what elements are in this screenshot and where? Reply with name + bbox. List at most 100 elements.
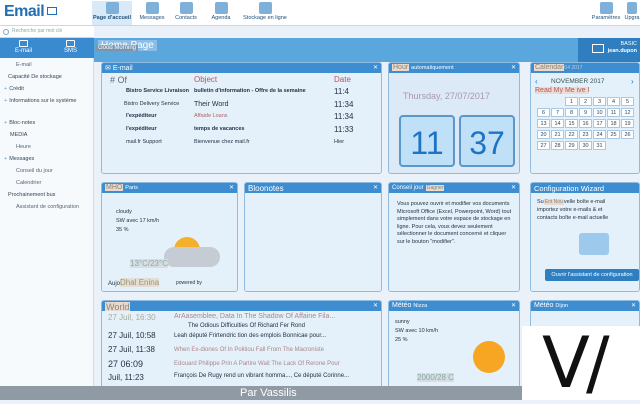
left-nav-item[interactable]: Calendrier [16, 180, 41, 186]
calendar-day[interactable]: 4 [607, 97, 620, 106]
email-subject[interactable]: Their Word [194, 101, 229, 108]
left-nav-item[interactable]: Conseil du jour [16, 168, 53, 174]
email-from[interactable]: l'expéditeur [126, 126, 157, 132]
notes-area[interactable] [245, 193, 381, 291]
close-icon[interactable]: ✕ [373, 184, 378, 191]
calendar-day[interactable]: 8 [565, 108, 578, 117]
next-month-icon[interactable]: › [631, 77, 634, 86]
calendar-day[interactable]: 27 [537, 141, 550, 150]
news-item[interactable]: Leah député Frirtendric tion des emplois… [174, 333, 326, 339]
calendar-day[interactable]: 23 [579, 130, 592, 139]
column-header[interactable]: Date [334, 75, 351, 84]
widget-header: Conseil jour Gagner ✕ [389, 183, 519, 193]
watermark-letter: V [542, 322, 590, 404]
close-icon[interactable]: ✕ [511, 184, 516, 191]
close-icon[interactable]: ✕ [373, 64, 378, 71]
calendar-day[interactable]: 20 [537, 130, 550, 139]
calendar-day[interactable]: 12 [621, 108, 634, 117]
email-subject[interactable]: Affaide Loans [194, 113, 228, 119]
news-item[interactable]: The Odious Difficulties Of Richard Fer R… [188, 323, 305, 329]
account-badge[interactable]: BASIC jean.dupon [578, 38, 640, 62]
tab-sms[interactable]: SMS [47, 38, 94, 58]
widget-subtitle: automatiquement [411, 65, 454, 71]
calendar-day[interactable]: 21 [551, 130, 564, 139]
calendar-day[interactable]: 14 [551, 119, 564, 128]
calendar-day[interactable]: 17 [593, 119, 606, 128]
left-nav-item[interactable]: E-mail [16, 62, 32, 68]
nav-agenda[interactable]: Agenda [201, 1, 241, 25]
today-label-text: Aujo [108, 281, 121, 287]
calendar-day[interactable]: 3 [593, 97, 606, 106]
calendar-day[interactable]: 15 [565, 119, 578, 128]
calendar-day[interactable]: 25 [607, 130, 620, 139]
app-logo[interactable]: Email [4, 3, 45, 21]
calendar-day[interactable]: 24 [593, 130, 606, 139]
email-from[interactable]: Bistro Delivery Service [124, 101, 179, 107]
calendar-day[interactable]: 5 [621, 97, 634, 106]
email-subject[interactable]: bulletin d'information - Offre de la sem… [194, 88, 306, 94]
tab-sms-label: SMS [63, 48, 77, 54]
left-nav-item[interactable]: Assistant de configuration [16, 204, 79, 210]
left-nav-group[interactable]: + Bloc-notes [4, 120, 35, 126]
calendar-day[interactable]: 11 [607, 108, 620, 117]
nav-storage[interactable]: Stockage en ligne [240, 1, 290, 25]
news-headline[interactable]: ArAasemblee, Data In The Shadow Of Affai… [174, 313, 335, 320]
calendar-day[interactable]: 26 [621, 130, 634, 139]
calendar-icon [214, 2, 228, 14]
close-icon[interactable]: ✕ [511, 64, 516, 71]
news-item[interactable]: When Ex-diones Of In Politiou Fall From … [174, 347, 324, 353]
left-nav-item[interactable]: Capacité De stockage [8, 74, 62, 80]
left-nav-label: Crédit [9, 86, 24, 92]
calendar-day[interactable]: 18 [607, 119, 620, 128]
close-icon[interactable]: ✕ [511, 302, 516, 309]
calendar-day[interactable]: 13 [537, 119, 550, 128]
calendar-day[interactable]: 9 [579, 108, 592, 117]
news-item[interactable]: Edouard Philippe Prin A Partire Wait The… [174, 361, 340, 367]
email-from[interactable]: Bistro Service Livraison [126, 88, 189, 94]
weather-temp: 2000/28 C [417, 373, 454, 382]
left-nav-group[interactable]: + Informations sur le système [4, 98, 76, 104]
widget-header: Bloonotes ✕ [245, 183, 381, 193]
open-wizard-button[interactable]: Ouvrir l'assistant de configuration [545, 269, 639, 281]
nav-settings[interactable]: Paramètres [588, 1, 624, 25]
calendar-day[interactable]: 29 [565, 141, 578, 150]
email-subject[interactable]: temps de vacances [194, 126, 244, 132]
widget-title: Hour [392, 64, 410, 71]
calendar-day[interactable]: 2 [579, 97, 592, 106]
close-icon[interactable]: ✕ [229, 184, 234, 191]
email-from[interactable]: mail.fr Support [126, 139, 162, 145]
world-widget: World ✕ ArAasemblee, Data In The Shadow O… [101, 300, 382, 388]
left-nav-item[interactable]: Heure [16, 144, 31, 150]
calendar-day[interactable]: 6 [537, 108, 550, 117]
calendar-day[interactable]: 22 [565, 130, 578, 139]
left-nav-label: Bloc-notes [9, 120, 36, 126]
calendar-day[interactable]: 16 [579, 119, 592, 128]
calendar-day[interactable]: 19 [621, 119, 634, 128]
calendar-day[interactable]: 31 [593, 141, 606, 150]
nav-upgrade[interactable]: Upgra [624, 1, 640, 25]
calendar-day[interactable]: 30 [579, 141, 592, 150]
news-item[interactable]: François De Rugy rend un vibrant homma..… [174, 373, 349, 379]
calendar-day[interactable]: 7 [551, 108, 564, 117]
calendar-day[interactable]: 1 [565, 97, 578, 106]
calendar-day[interactable]: 28 [551, 141, 564, 150]
tab-email[interactable]: E-mail [0, 38, 47, 58]
left-nav-label: Messages [9, 156, 35, 162]
nav-contacts[interactable]: Contacts [166, 1, 206, 25]
close-icon[interactable]: ✕ [631, 302, 636, 309]
config-line3: contacts boîte e-mail actuelle [537, 215, 608, 221]
left-nav-group[interactable]: + Messages [4, 156, 34, 162]
prev-month-icon[interactable]: ‹ [535, 77, 538, 86]
left-nav-item[interactable]: Prochainement bus [8, 192, 55, 198]
calendar-day[interactable]: 10 [593, 108, 606, 117]
search-input[interactable]: Recherche par mot clé [0, 26, 94, 38]
column-header[interactable]: Object [194, 75, 217, 84]
nav-home[interactable]: Page d'accueil [92, 1, 132, 25]
email-subject[interactable]: Bienvenue chez mail.fr [194, 139, 250, 145]
column-header[interactable]: # Of [110, 75, 127, 85]
email-from[interactable]: l'expéditeur [126, 113, 157, 119]
close-icon[interactable]: ✕ [373, 302, 378, 309]
left-nav-item[interactable]: MEDIA [10, 132, 27, 138]
left-nav-group[interactable]: + Crédit [4, 86, 24, 92]
news-time: Juil, 11:23 [108, 373, 144, 382]
